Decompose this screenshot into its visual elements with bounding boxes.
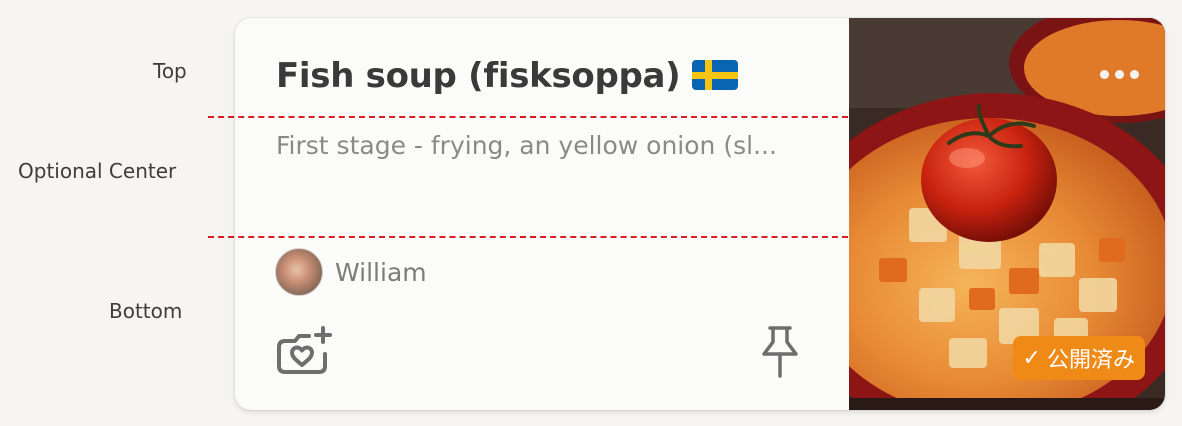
status-badge-label: 公開済み bbox=[1046, 348, 1135, 373]
more-dot-icon bbox=[1100, 70, 1109, 79]
photo-like-button[interactable] bbox=[275, 324, 333, 376]
label-top: Top bbox=[153, 59, 187, 83]
published-status-badge: ✓ 公開済み bbox=[1012, 336, 1145, 380]
author[interactable]: William bbox=[275, 248, 427, 296]
recipe-photo[interactable]: ✓ 公開済み bbox=[849, 18, 1165, 410]
recipe-card[interactable]: Fish soup (fisksoppa) First stage - fryi… bbox=[235, 18, 1165, 410]
recipe-title-row: Fish soup (fisksoppa) bbox=[276, 56, 739, 96]
guide-line-top bbox=[208, 116, 848, 118]
recipe-title: Fish soup (fisksoppa) bbox=[276, 56, 681, 96]
more-options-button[interactable] bbox=[1100, 70, 1139, 79]
pin-icon bbox=[762, 326, 798, 378]
avatar bbox=[275, 248, 323, 296]
check-icon: ✓ bbox=[1022, 345, 1041, 371]
stage: Top Optional Center Bottom Fish soup (fi… bbox=[0, 0, 1182, 426]
more-dot-icon bbox=[1130, 70, 1139, 79]
pin-button[interactable] bbox=[755, 324, 805, 380]
guide-line-bottom bbox=[208, 236, 848, 238]
camera-heart-icon bbox=[277, 326, 332, 374]
author-name: William bbox=[335, 257, 427, 287]
label-optional-center: Optional Center bbox=[18, 159, 177, 183]
swedish-flag-icon bbox=[692, 59, 739, 90]
more-dot-icon bbox=[1115, 70, 1124, 79]
label-bottom: Bottom bbox=[109, 299, 183, 323]
recipe-description: First stage - frying, an yellow onion (s… bbox=[276, 131, 777, 160]
